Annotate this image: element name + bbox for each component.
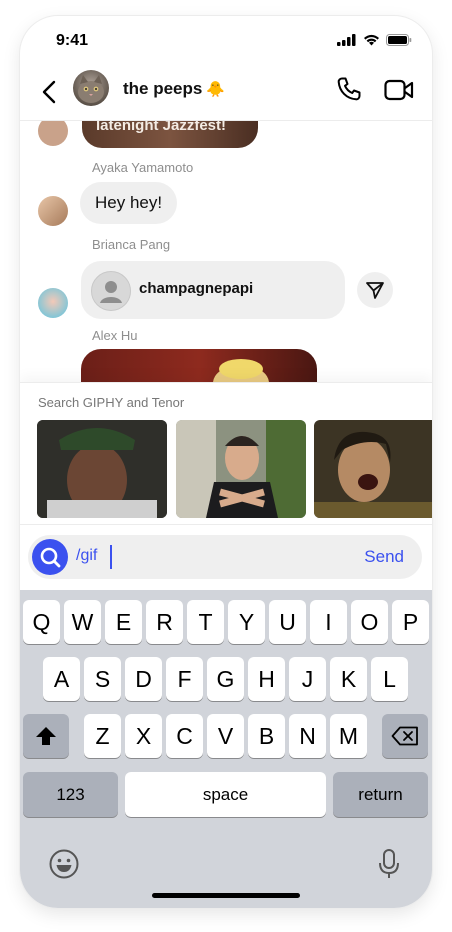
shared-username: champagnepapi (139, 280, 254, 297)
avatar (38, 196, 68, 226)
key-q[interactable]: Q (23, 600, 60, 644)
key-y[interactable]: Y (228, 600, 265, 644)
cartoon-gif-preview (213, 359, 269, 382)
microphone-icon[interactable] (377, 848, 401, 880)
text-cursor (110, 545, 112, 569)
gif-thumbnail (314, 420, 432, 518)
shift-arrow-icon (36, 727, 56, 745)
key-v[interactable]: V (207, 714, 244, 758)
key-i[interactable]: I (310, 600, 347, 644)
key-e[interactable]: E (105, 600, 142, 644)
shared-profile-card[interactable]: champagnepapi (81, 261, 345, 319)
back-arrow-icon[interactable] (38, 78, 62, 106)
video-call-icon[interactable] (384, 78, 414, 102)
key-c[interactable]: C (166, 714, 203, 758)
cat-photo-icon (78, 75, 104, 103)
avatar (38, 120, 68, 146)
status-time: 9:41 (56, 32, 89, 49)
gif-thumbnail (37, 420, 167, 518)
message-thread[interactable]: latenight Jazzfest! Ayaka Yamamoto Hey h… (20, 120, 432, 382)
delete-key[interactable] (382, 714, 428, 758)
key-k[interactable]: K (330, 657, 367, 701)
gif-thumbnail (176, 420, 306, 518)
phone-call-icon[interactable] (336, 76, 362, 102)
key-a[interactable]: A (43, 657, 80, 701)
sender-name: Ayaka Yamamoto (92, 160, 194, 175)
status-bar: 9:41 (20, 16, 432, 66)
gif-result[interactable] (37, 420, 167, 518)
key-p[interactable]: P (392, 600, 429, 644)
search-icon (40, 547, 61, 568)
key-r[interactable]: R (146, 600, 183, 644)
chat-header: the peeps 🐥 (20, 66, 432, 121)
gif-panel-title: Search GIPHY and Tenor (38, 395, 185, 410)
sender-name: Brianca Pang (92, 237, 171, 252)
key-f[interactable]: F (166, 657, 203, 701)
gif-result[interactable] (314, 420, 432, 518)
avatar (38, 288, 68, 318)
chat-title-text: the peeps (123, 79, 203, 98)
gif-panel: Search GIPHY and Tenor (20, 382, 432, 525)
search-button[interactable] (32, 539, 68, 575)
sender-name: Alex Hu (92, 328, 138, 343)
space-key[interactable]: space (125, 772, 326, 817)
backspace-icon (391, 726, 418, 746)
key-t[interactable]: T (187, 600, 224, 644)
battery-icon (386, 34, 412, 46)
wifi-icon (364, 34, 379, 46)
media-message[interactable] (81, 349, 317, 382)
key-l[interactable]: L (371, 657, 408, 701)
message-input-value[interactable]: /gif (76, 547, 97, 565)
media-message[interactable]: latenight Jazzfest! (82, 120, 258, 148)
key-n[interactable]: N (289, 714, 326, 758)
status-icons (337, 34, 412, 46)
key-s[interactable]: S (84, 657, 121, 701)
key-w[interactable]: W (64, 600, 101, 644)
phone-screen: 9:41 the peeps 🐥 latenight Jazzfest! Aya… (20, 16, 432, 908)
key-u[interactable]: U (269, 600, 306, 644)
message-composer: /gif Send (20, 524, 432, 591)
key-b[interactable]: B (248, 714, 285, 758)
key-o[interactable]: O (351, 600, 388, 644)
group-avatar[interactable] (73, 70, 109, 106)
chick-emoji-icon: 🐥 (206, 81, 226, 98)
emoji-icon[interactable] (48, 848, 80, 880)
message-input-field[interactable]: /gif Send (28, 535, 422, 579)
key-d[interactable]: D (125, 657, 162, 701)
key-h[interactable]: H (248, 657, 285, 701)
return-key[interactable]: return (333, 772, 428, 817)
signal-icon (337, 34, 356, 46)
key-m[interactable]: M (330, 714, 367, 758)
share-button[interactable] (357, 272, 393, 308)
numbers-key[interactable]: 123 (23, 772, 118, 817)
send-arrow-icon (366, 282, 384, 299)
key-z[interactable]: Z (84, 714, 121, 758)
key-g[interactable]: G (207, 657, 244, 701)
home-indicator (152, 893, 300, 898)
gif-result[interactable] (176, 420, 306, 518)
key-j[interactable]: J (289, 657, 326, 701)
chat-title[interactable]: the peeps 🐥 (123, 79, 225, 99)
send-button[interactable]: Send (364, 547, 404, 567)
keyboard: Q W E R T Y U I O P A S D F G H J K L Z … (20, 590, 432, 908)
key-x[interactable]: X (125, 714, 162, 758)
profile-placeholder-icon (91, 271, 131, 311)
message-bubble[interactable]: Hey hey! (80, 182, 178, 224)
media-caption: latenight Jazzfest! (96, 120, 227, 134)
shift-key[interactable] (23, 714, 69, 758)
